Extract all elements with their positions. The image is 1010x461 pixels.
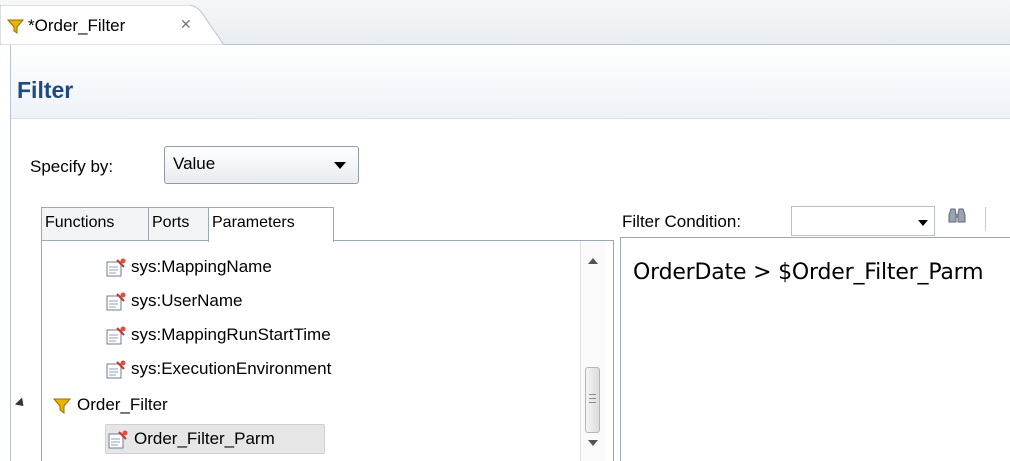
tab-parameters[interactable]: Parameters [208,207,334,242]
specify-by-value: Value [173,154,216,173]
parameter-icon [106,292,127,312]
tree-item-order-filter-parm[interactable]: Order_Filter_Parm [105,424,325,454]
editor-tab-bar: *Order_Filter ✕ [0,0,1010,45]
binoculars-icon[interactable] [945,206,969,228]
tab-parameters-label: Parameters [212,214,295,231]
parameter-icon [106,326,127,346]
specify-by-label: Specify by: [30,157,114,176]
grip-line [589,398,596,399]
close-icon[interactable]: ✕ [180,16,192,33]
grip-line [589,394,596,395]
expression-tabs: Functions Ports Parameters [41,207,614,242]
parameter-icon [108,430,129,450]
tree-item-label: Order_Filter_Parm [134,429,275,448]
toolbar-separator [985,207,986,231]
tree-item-label: sys:ExecutionEnvironment [131,359,332,378]
tree-item-label: Order_Filter [77,395,168,414]
scroll-up-icon[interactable] [588,258,598,264]
tree-item-label: sys:MappingName [131,257,272,276]
specify-by-dropdown[interactable]: Value [164,146,359,184]
section-header: Filter [11,45,1010,119]
tree-item-label: sys:MappingRunStartTime [131,325,331,344]
section-title: Filter [17,77,74,103]
parameter-icon [106,360,127,380]
funnel-icon [6,18,25,35]
scrollbar-thumb[interactable] [585,367,600,433]
funnel-icon [52,396,73,416]
tab-ports-label: Ports [152,214,190,231]
editor-tab-title: *Order_Filter [28,16,126,35]
filter-condition-expression[interactable]: OrderDate > $Order_Filter_Parm [633,260,984,285]
chevron-down-icon [334,162,346,169]
filter-condition-label: Filter Condition: [622,212,742,231]
tree-item-label: sys:UserName [131,291,243,310]
filter-condition-dropdown[interactable] [791,206,935,236]
parameter-icon [106,258,127,278]
tree-vertical-scrollbar[interactable] [580,241,605,461]
filter-condition-editor[interactable]: OrderDate > $Order_Filter_Parm [620,237,1010,461]
tab-functions-label: Functions [45,214,115,231]
tab-ports[interactable]: Ports [148,207,209,241]
tab-strip-fill [333,207,614,242]
editor-tab-order-filter[interactable]: *Order_Filter ✕ [0,5,228,45]
chevron-down-icon [918,220,928,226]
tab-functions[interactable]: Functions [41,207,149,241]
grip-line [589,402,596,403]
scroll-down-icon[interactable] [588,440,598,446]
